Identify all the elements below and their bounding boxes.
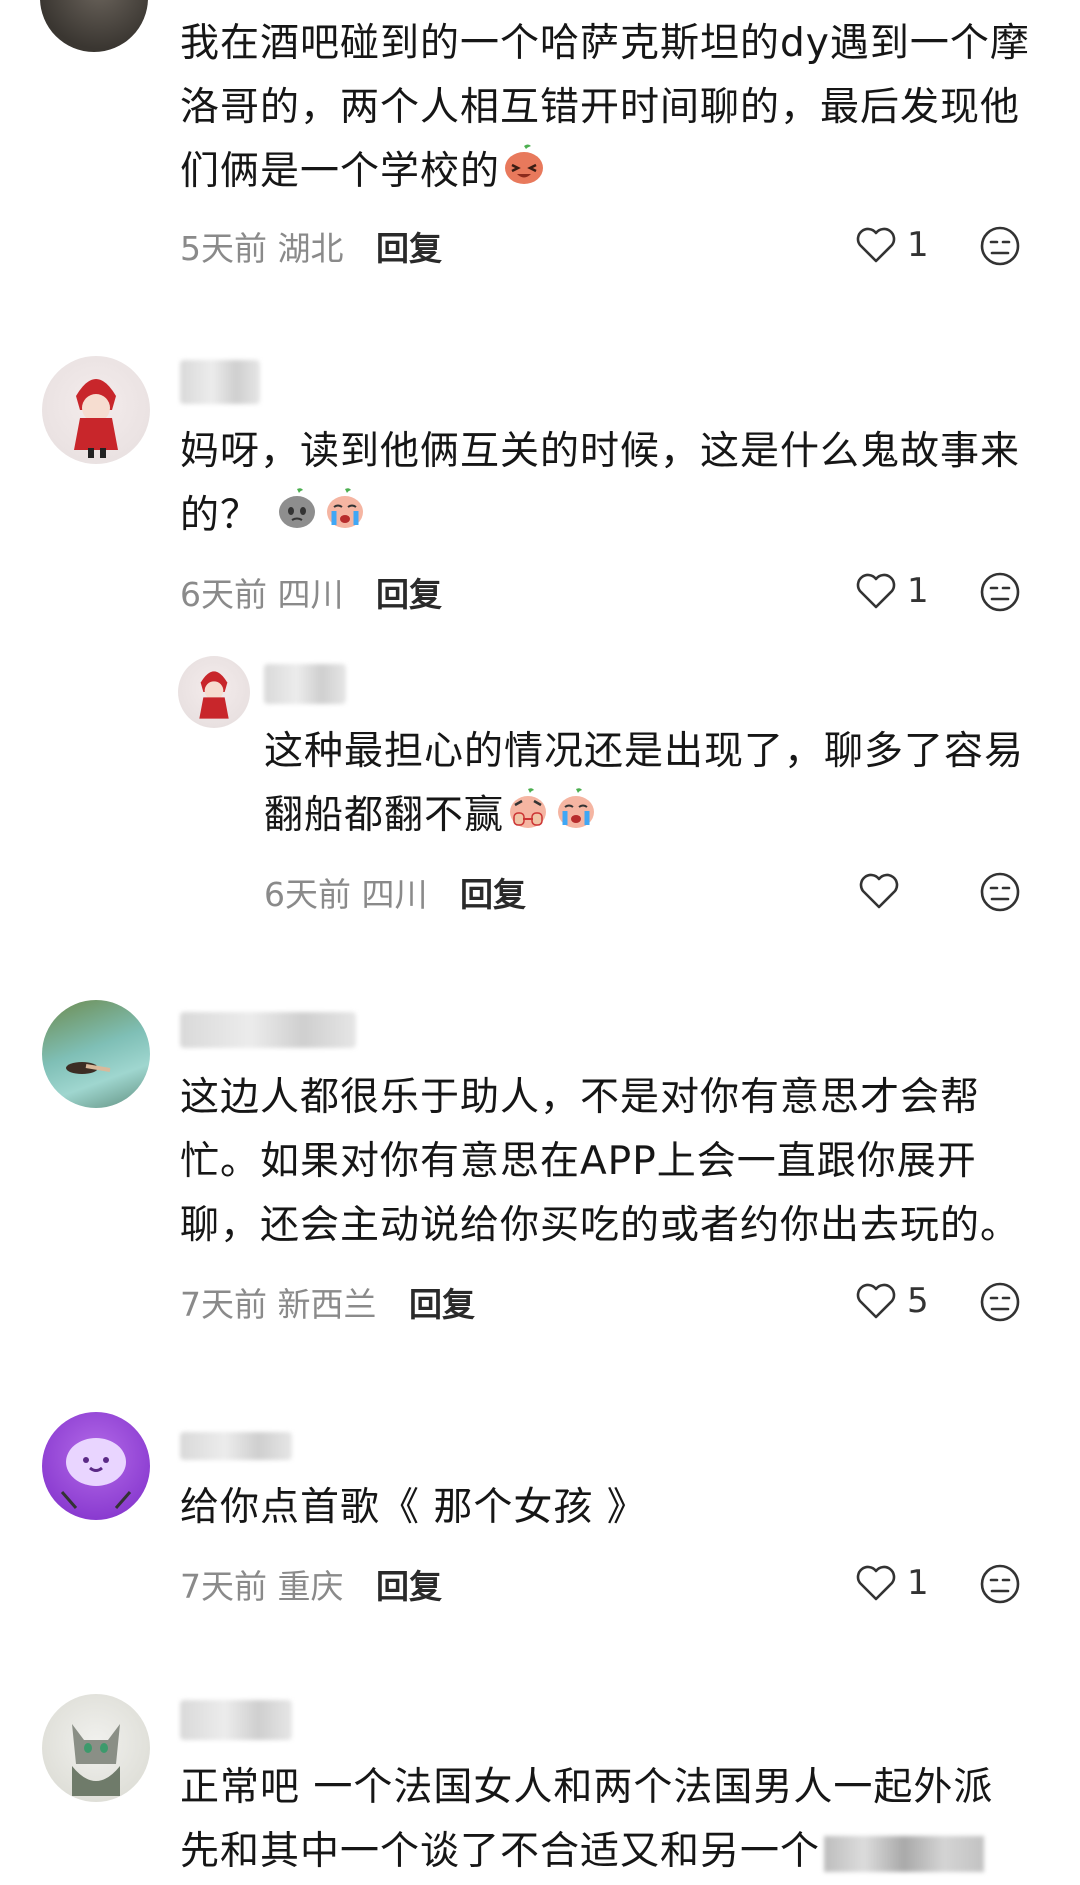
meh-face-icon [980, 872, 1020, 912]
reply-button[interactable]: 回复 [376, 229, 442, 268]
heart-icon [856, 573, 896, 609]
laugh-emoji [501, 141, 547, 207]
comment-time: 6天前 [180, 575, 267, 614]
comment-location: 四川 [277, 575, 344, 614]
username-blurred[interactable] [180, 1700, 292, 1740]
heart-icon [859, 873, 899, 909]
username-blurred[interactable] [180, 1012, 356, 1048]
dislike-button[interactable] [978, 870, 1022, 914]
comment-text-line: 聊，还会主动说给你买吃的或者约你出去玩的。 [180, 1203, 1021, 1248]
comment-text-line: 洛哥的，两个人相互错开时间聊的，最后发现他 [180, 85, 1021, 130]
heart-icon [856, 1283, 896, 1319]
rock-emoji [274, 485, 320, 551]
username-blurred[interactable] [180, 360, 260, 404]
reply-time: 6天前 [264, 875, 351, 914]
like-button[interactable]: 1 [855, 220, 929, 270]
comment-location: 重庆 [277, 1567, 344, 1606]
reply-avatar[interactable] [178, 656, 250, 728]
like-button[interactable] [858, 866, 910, 916]
like-count: 5 [907, 1281, 929, 1321]
avatar[interactable] [42, 1412, 150, 1520]
comment-time: 5天前 [180, 229, 267, 268]
like-count: 1 [907, 1563, 929, 1603]
like-button[interactable]: 1 [855, 1558, 929, 1608]
heart-icon [856, 1565, 896, 1601]
comment-text-line: 正常吧 一个法国女人和两个法国男人一起外派 [180, 1765, 994, 1810]
comment-location: 湖北 [277, 229, 344, 268]
comment-text-line: 先和其中一个谈了不合适又和另一个 [180, 1829, 821, 1874]
comment-text-line: 妈呀，读到他俩互关的时候，这是什么鬼故事来 [180, 429, 1021, 474]
heart-icon [856, 227, 896, 263]
reply-button[interactable]: 回复 [460, 875, 526, 914]
cry-emoji [322, 485, 368, 551]
reply-text-line: 这种最担心的情况还是出现了，聊多了容易 [264, 729, 1025, 774]
reply-text-line: 翻船都翻不赢 [264, 793, 505, 838]
reply-button[interactable]: 回复 [409, 1285, 475, 1324]
comment-text-line: 我在酒吧碰到的一个哈萨克斯坦的dy遇到一个摩 [180, 21, 1030, 66]
meh-face-icon [980, 572, 1020, 612]
watermark-blur [824, 1835, 985, 1872]
username-blurred[interactable] [180, 1432, 292, 1460]
like-count: 1 [907, 225, 929, 265]
meh-face-icon [980, 226, 1020, 266]
comment-time: 7天前 [180, 1285, 267, 1324]
dislike-button[interactable] [978, 1562, 1022, 1606]
avatar[interactable] [42, 1694, 150, 1802]
comment-text-line: 的？ [180, 493, 261, 538]
comment-text-line: 们俩是一个学校的 [180, 149, 501, 194]
avatar[interactable] [42, 1000, 150, 1108]
like-button[interactable]: 5 [855, 1276, 929, 1326]
comment-location: 新西兰 [277, 1285, 377, 1324]
dislike-button[interactable] [978, 1280, 1022, 1324]
avatar[interactable] [42, 356, 150, 464]
comment-time: 7天前 [180, 1567, 267, 1606]
avatar[interactable] [40, 0, 148, 52]
reply-username-blurred[interactable] [264, 664, 346, 704]
comment-text-line: 给你点首歌《 那个女孩 》 [180, 1485, 647, 1530]
reply-button[interactable]: 回复 [376, 575, 442, 614]
meh-face-icon [980, 1282, 1020, 1322]
dislike-button[interactable] [978, 570, 1022, 614]
cover-face-emoji [505, 785, 551, 851]
reply-location: 四川 [361, 875, 428, 914]
like-button[interactable]: 1 [855, 566, 929, 616]
cry-emoji [553, 785, 599, 851]
dislike-button[interactable] [978, 224, 1022, 268]
meh-face-icon [980, 1564, 1020, 1604]
like-count: 1 [907, 571, 929, 611]
comment-text-line: 这边人都很乐于助人，不是对你有意思才会帮 [180, 1075, 981, 1120]
reply-button[interactable]: 回复 [376, 1567, 442, 1606]
comment-text-line: 忙。如果对你有意思在APP上会一直跟你展开 [180, 1139, 977, 1184]
